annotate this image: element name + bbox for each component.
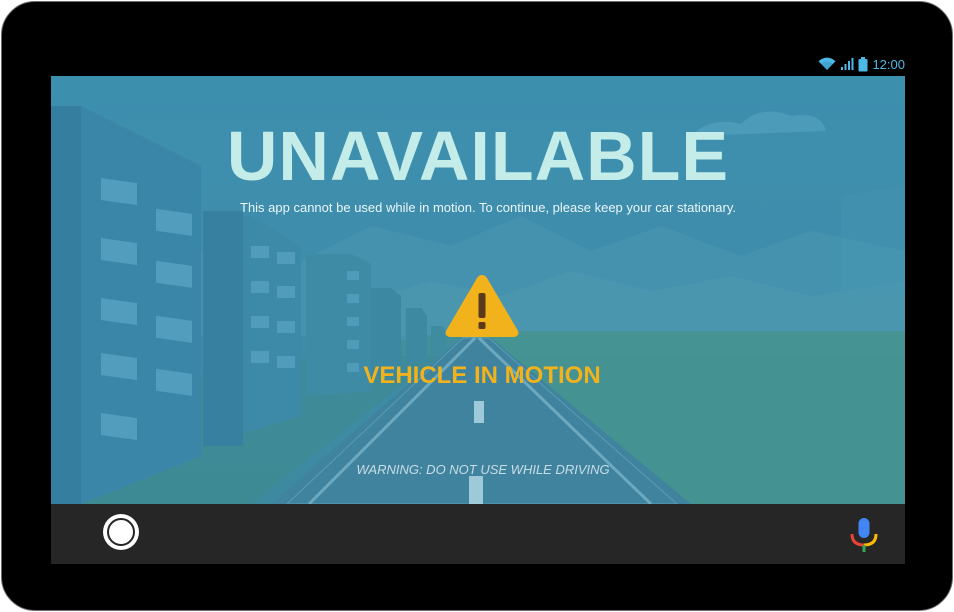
app-screen: UNAVAILABLE This app cannot be used whil… (51, 76, 905, 504)
device-frame: 12:00 UNAVAILABLE This app cannot be use… (1, 1, 953, 611)
vehicle-status-label: VEHICLE IN MOTION (363, 362, 601, 389)
wifi-icon (818, 57, 836, 70)
page-title: UNAVAILABLE (226, 117, 730, 195)
status-bar: 12:00 (51, 52, 905, 76)
home-button[interactable] (103, 514, 139, 550)
page-subtitle: This app cannot be used while in motion.… (240, 200, 736, 215)
warning-triangle-icon (445, 275, 519, 337)
driving-warning-text: WARNING: DO NOT USE WHILE DRIVING (356, 462, 610, 477)
home-circle-icon (107, 518, 135, 546)
status-time: 12:00 (872, 56, 905, 72)
navigation-bar (51, 504, 905, 564)
battery-icon (858, 56, 868, 71)
microphone-icon[interactable] (849, 516, 879, 554)
signal-icon (841, 58, 854, 70)
